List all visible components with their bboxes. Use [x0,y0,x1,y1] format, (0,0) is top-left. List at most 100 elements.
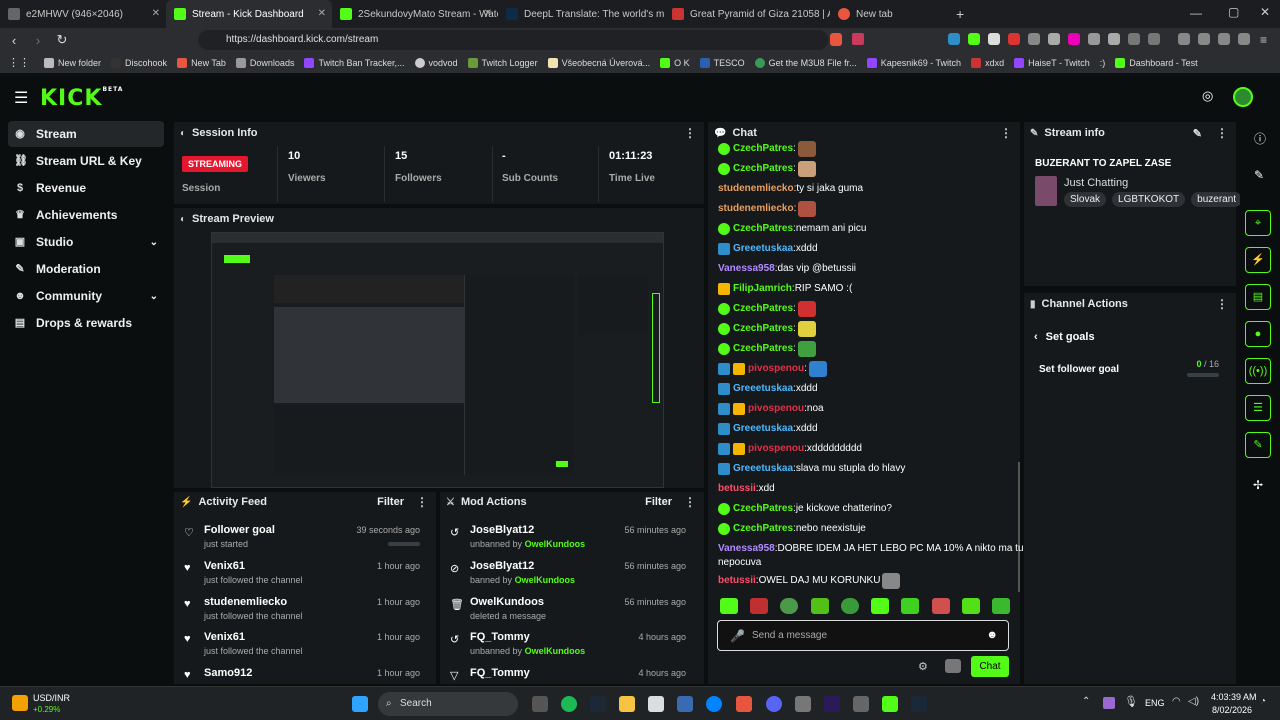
chat-message[interactable]: Vanessa958: das vip @betussii [718,260,856,278]
filter-button[interactable]: Filter [645,496,672,508]
mod-action-item[interactable]: ⊘ JoseBlyat12 banned by OwelKundoos 56 minu… [444,558,694,594]
chat-username[interactable]: betussii [718,480,756,498]
discord-icon[interactable] [766,696,782,712]
bookmark-item[interactable]: HaiseT - Twitch [1014,57,1090,68]
chat-scrollbar[interactable] [1018,462,1020,592]
chat-username[interactable]: pivospenou [748,400,804,418]
taskbar-search[interactable]: ⌕ Search [378,692,518,716]
emote-picker-icon[interactable] [945,659,961,673]
menu-icon[interactable]: ≡ [1260,33,1267,47]
sidebar-item-stream[interactable]: ◉ Stream [8,121,164,147]
chat-message[interactable]: pivospenou: xddddddddd [718,440,862,458]
activity-item[interactable]: ♥ Venix61 just followed the channel 1 hour … [178,558,428,594]
url-field[interactable]: https://dashboard.kick.com/stream [198,30,828,50]
taskview-icon[interactable] [532,696,548,712]
bookmark-item[interactable]: New Tab [177,57,226,68]
chat-username[interactable]: CzechPatres [733,220,793,238]
extension-icon[interactable] [948,33,960,45]
document-icon[interactable]: ▤ [1245,284,1271,310]
category-label[interactable]: Just Chatting [1064,177,1128,189]
extension-icon[interactable] [1048,33,1060,45]
sidebar-item-achievements[interactable]: ♛ Achievements [8,202,164,228]
chat-message[interactable]: CzechPatres: nemam ani picu [718,220,866,238]
bookmark-item[interactable]: xdxd [971,57,1004,68]
kebab-menu-icon[interactable]: ⋮ [1216,297,1228,311]
chat-message[interactable]: Greeetuskaa: xddd [718,380,818,398]
wallet-icon[interactable] [1198,33,1210,45]
kebab-menu-icon[interactable]: ⋮ [684,126,696,140]
chat-username[interactable]: CzechPatres [733,500,793,518]
sidebar-item-community[interactable]: ☻ Community ⌄ [8,283,164,309]
emote-icon[interactable] [871,598,890,614]
extension-icon[interactable] [1108,33,1120,45]
kebab-menu-icon[interactable]: ⋮ [416,495,428,509]
sidebar-item-moderation[interactable]: ✎ Moderation [8,256,164,282]
bookmark-item[interactable]: Twitch Logger [467,57,538,68]
chat-username[interactable]: Vanessa958 [718,260,775,278]
broadcast-icon[interactable]: ((•)) [1245,358,1271,384]
browser-tab[interactable]: Great Pyramid of Giza 21058 | Archit [664,0,830,28]
back-icon[interactable]: ‹ [4,33,24,48]
browser-tab[interactable]: 2SekundovyMato Stream - Watch Liv✕ [332,0,498,28]
chevron-up-icon[interactable]: ⌃ [1082,696,1090,707]
close-icon[interactable]: ✕ [484,8,492,19]
chat-message[interactable]: CzechPatres: [718,160,816,178]
browser-tab[interactable]: New tab [830,0,996,28]
steam-icon[interactable] [590,696,606,712]
activity-item[interactable]: ♥ studenemliecko just followed the channel… [178,594,428,630]
kick-icon[interactable] [882,696,898,712]
brave-icon[interactable] [736,696,752,712]
close-icon[interactable]: ✕ [318,8,326,19]
tray-icon[interactable] [1103,697,1115,709]
kick-logo[interactable]: KICKBETA [40,86,123,111]
bookmark-item[interactable]: Discohook [111,57,167,68]
shield-icon[interactable] [1238,33,1250,45]
chat-username[interactable]: Greeetuskaa [733,420,793,438]
search-icon[interactable]: ◎ [1202,88,1213,104]
chat-username[interactable]: pivospenou [748,440,804,458]
minimize-button[interactable]: — [1190,6,1202,20]
bookmark-item[interactable]: vodvod [414,57,458,68]
brave-shield-icon[interactable] [830,33,842,46]
category-thumbnail[interactable] [1035,176,1057,206]
bookmark-item[interactable]: Get the M3U8 File fr... [754,57,857,68]
chat-message[interactable]: CzechPatres: [718,340,816,358]
emote-icon[interactable] [931,598,950,614]
chat-input[interactable]: 🎤 Send a message ☻ [717,620,1009,651]
chat-username[interactable]: CzechPatres [733,340,793,358]
chat-username[interactable]: CzechPatres [733,320,793,338]
clip-icon[interactable]: ⌖ [1245,210,1271,236]
windows-start-icon[interactable] [352,696,368,712]
server-icon[interactable]: ☰ [1245,395,1271,421]
bookmark-item[interactable]: Downloads [235,57,294,68]
chat-username[interactable]: Greeetuskaa [733,380,793,398]
extension-icon[interactable] [1028,33,1040,45]
chat-username[interactable]: CzechPatres [733,300,793,318]
premiere-icon[interactable] [824,696,840,712]
close-icon[interactable]: ✕ [152,8,160,19]
hamburger-icon[interactable]: ☰ [14,88,28,108]
sidebar-icon[interactable] [1178,33,1190,45]
bookmark-item[interactable]: Všeobecná Úverová... [547,57,650,68]
bookmark-item[interactable]: O K [660,57,690,68]
app-icon[interactable] [853,696,869,712]
microphone-icon[interactable]: 🎙 [1124,695,1138,708]
store-icon[interactable] [648,696,664,712]
chat-username[interactable]: pivospenou [748,360,804,378]
mod-action-item[interactable]: ▽ FQ_Tommy 4 hours ago [444,665,694,683]
brave-rewards-icon[interactable] [852,33,864,45]
filter-button[interactable]: Filter [377,496,404,508]
chat-username[interactable]: Greeetuskaa [733,240,793,258]
emote-icon[interactable] [991,598,1010,614]
mod-action-item[interactable]: ↺ JoseBlyat12 unbanned by OwelKundoos 56 mi… [444,522,694,558]
settings-icon[interactable]: ⚙ [918,660,928,673]
emoji-icon[interactable]: ☻ [986,629,998,641]
tag-chip[interactable]: LGBTKOKOT [1112,192,1186,207]
tag-chip[interactable]: buzerant [1191,192,1243,207]
stream-preview-video[interactable] [211,232,664,488]
chat-message[interactable]: CzechPatres: [718,320,816,338]
reload-icon[interactable]: ↻ [52,32,72,48]
bookmark-item[interactable]: Kapesnik69 - Twitch [866,57,961,68]
browser-tab-active[interactable]: Stream - Kick Dashboard ✕ [166,0,332,28]
chat-username[interactable]: studenemliecko [718,180,794,198]
